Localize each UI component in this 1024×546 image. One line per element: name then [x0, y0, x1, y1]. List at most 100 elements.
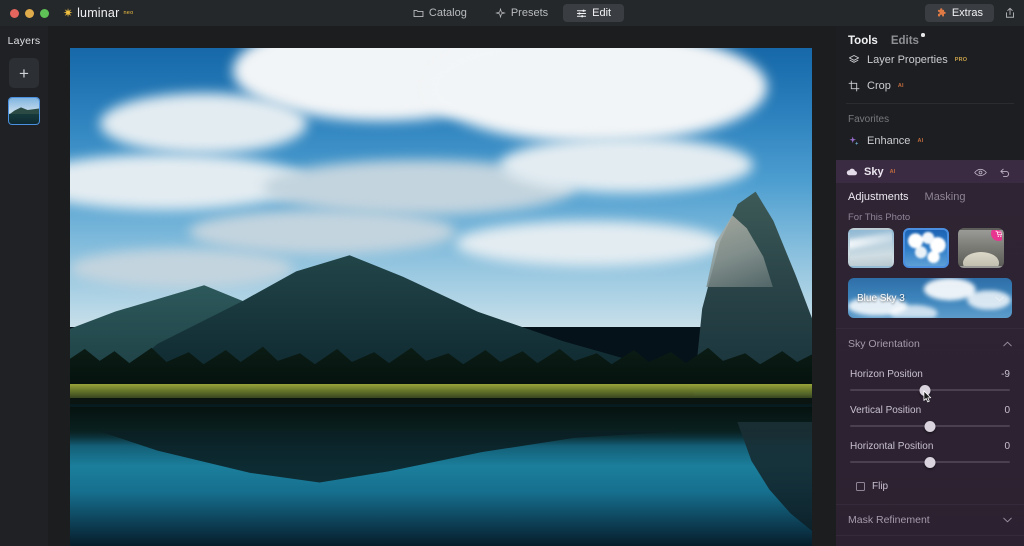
section-sky-orientation[interactable]: Sky Orientation: [836, 328, 1024, 359]
crop-icon: [848, 80, 860, 92]
tool-layer-properties[interactable]: Layer Properties PRO: [836, 47, 1024, 73]
tools-panel: Tools Edits Layer Properties PRO Crop AI: [836, 26, 1024, 546]
flip-checkbox-row[interactable]: Flip: [850, 471, 1010, 498]
nav-presets[interactable]: Presets: [482, 4, 561, 22]
slider-header: Horizontal Position 0: [850, 441, 1010, 452]
slider-track[interactable]: [850, 455, 1010, 469]
share-icon[interactable]: [1004, 7, 1016, 19]
sky-thumb-blue[interactable]: [903, 228, 949, 268]
nav-presets-label: Presets: [510, 7, 549, 19]
flip-label: Flip: [872, 481, 889, 492]
edits-badge-dot: [921, 33, 925, 37]
ai-badge: AI: [897, 83, 904, 89]
cloud-shape: [70, 248, 293, 288]
chevron-down-icon: [995, 289, 1004, 307]
tab-adjustments-label: Adjustments: [848, 191, 909, 203]
slider-handle[interactable]: [924, 457, 936, 468]
add-layer-button[interactable]: +: [9, 58, 39, 88]
cloud-shape: [500, 137, 753, 193]
selected-sky-dropdown[interactable]: Blue Sky 3: [848, 278, 1012, 318]
tab-edits-label: Edits: [890, 35, 919, 47]
eye-icon[interactable]: [971, 168, 990, 177]
main-nav: Catalog Presets Edit: [0, 0, 1024, 26]
tool-crop[interactable]: Crop AI: [836, 73, 1024, 99]
tab-masking-label: Masking: [924, 191, 966, 203]
sparkle-icon: [494, 7, 506, 18]
sky-thumbnail-list: [836, 227, 1024, 278]
nav-edit-label: Edit: [592, 7, 612, 19]
panel-divider: [846, 103, 1014, 104]
photo-sky: [70, 48, 812, 327]
canvas-area[interactable]: [48, 26, 836, 546]
tab-adjustments[interactable]: Adjustments: [848, 191, 909, 203]
chevron-down-icon: [1003, 517, 1012, 523]
enhance-icon: [849, 136, 859, 146]
tool-layer-properties-label: Layer Properties: [867, 54, 948, 66]
tab-tools[interactable]: Tools: [848, 35, 878, 47]
layers-title: Layers: [7, 35, 41, 47]
slider-horizontal-position-label: Horizontal Position: [850, 441, 934, 452]
section-scene-relighting[interactable]: Scene Relighting: [836, 535, 1024, 546]
tool-enhance[interactable]: Enhance AI: [836, 128, 1024, 154]
cloud-shape: [426, 48, 768, 143]
tab-tools-label: Tools: [848, 35, 878, 47]
section-sky-orientation-label: Sky Orientation: [848, 338, 920, 350]
pro-badge: PRO: [954, 57, 968, 63]
favorites-section-label: Favorites: [848, 114, 890, 125]
titlebar-right-tools: Extras: [924, 0, 1016, 26]
slider-handle[interactable]: [919, 385, 931, 396]
nav-edit[interactable]: Edit: [563, 4, 625, 22]
cart-icon: [991, 230, 1002, 241]
tab-masking[interactable]: Masking: [925, 191, 966, 203]
slider-vertical-position[interactable]: Vertical Position 0: [850, 399, 1010, 435]
slider-handle[interactable]: [924, 421, 936, 432]
extras-button[interactable]: Extras: [924, 4, 994, 22]
nav-catalog[interactable]: Catalog: [400, 4, 480, 22]
extras-label: Extras: [951, 7, 983, 19]
sky-orientation-sliders: Horizon Position -9 Vertical Position 0 …: [836, 359, 1024, 504]
sky-thumb-wispy[interactable]: [848, 228, 894, 268]
layers-panel: Layers +: [0, 26, 48, 546]
photo-preview[interactable]: [70, 48, 812, 546]
sky-tool-tabs: Adjustments Masking: [836, 183, 1024, 207]
slider-vertical-position-value: 0: [1004, 405, 1010, 416]
tool-crop-label: Crop: [867, 80, 891, 92]
cloud-shape: [455, 220, 723, 266]
section-mask-refinement-label: Mask Refinement: [848, 514, 930, 526]
puzzle-icon: [937, 7, 946, 16]
nav-catalog-label: Catalog: [428, 7, 467, 19]
cloud-shape: [188, 209, 456, 255]
cloud-icon: [846, 168, 857, 176]
selected-sky-name: Blue Sky 3: [857, 292, 905, 304]
tools-panel-tabs: Tools Edits: [836, 26, 1024, 47]
sky-tool-card: Sky AI Adjustments Masking For This Phot…: [836, 160, 1024, 546]
title-bar: ✷ luminar neo Catalog Presets Edit Extra…: [0, 0, 1024, 26]
tool-enhance-label: Enhance: [867, 135, 911, 147]
layers-icon: [848, 55, 860, 63]
add-layer-label: +: [19, 63, 29, 83]
cloud-shape: [99, 92, 308, 154]
flip-checkbox[interactable]: [856, 482, 865, 491]
undo-icon[interactable]: [996, 167, 1014, 178]
layer-thumbnail[interactable]: [8, 97, 40, 125]
sliders-icon: [577, 9, 587, 17]
ai-badge: AI: [917, 138, 924, 144]
slider-header: Horizon Position -9: [850, 369, 1010, 380]
ai-badge: AI: [889, 169, 896, 175]
slider-horizon-position[interactable]: Horizon Position -9: [850, 363, 1010, 403]
slider-track[interactable]: [850, 419, 1010, 433]
sky-tool-header[interactable]: Sky AI: [836, 161, 1024, 183]
slider-header: Vertical Position 0: [850, 405, 1010, 416]
folder-icon: [413, 9, 424, 17]
chevron-up-icon: [1003, 341, 1012, 347]
slider-vertical-position-label: Vertical Position: [850, 405, 922, 416]
sky-thumb-premium[interactable]: [958, 228, 1004, 268]
layer-thumb-water: [9, 114, 39, 124]
slider-horizontal-position-value: 0: [1004, 441, 1010, 452]
tab-edits[interactable]: Edits: [890, 33, 925, 47]
luminar-neo-window: ✷ luminar neo Catalog Presets Edit Extra…: [0, 0, 1024, 546]
section-mask-refinement[interactable]: Mask Refinement: [836, 504, 1024, 535]
slider-horizon-position-label: Horizon Position: [850, 369, 923, 380]
slider-track[interactable]: [850, 383, 1010, 403]
slider-horizontal-position[interactable]: Horizontal Position 0: [850, 435, 1010, 471]
